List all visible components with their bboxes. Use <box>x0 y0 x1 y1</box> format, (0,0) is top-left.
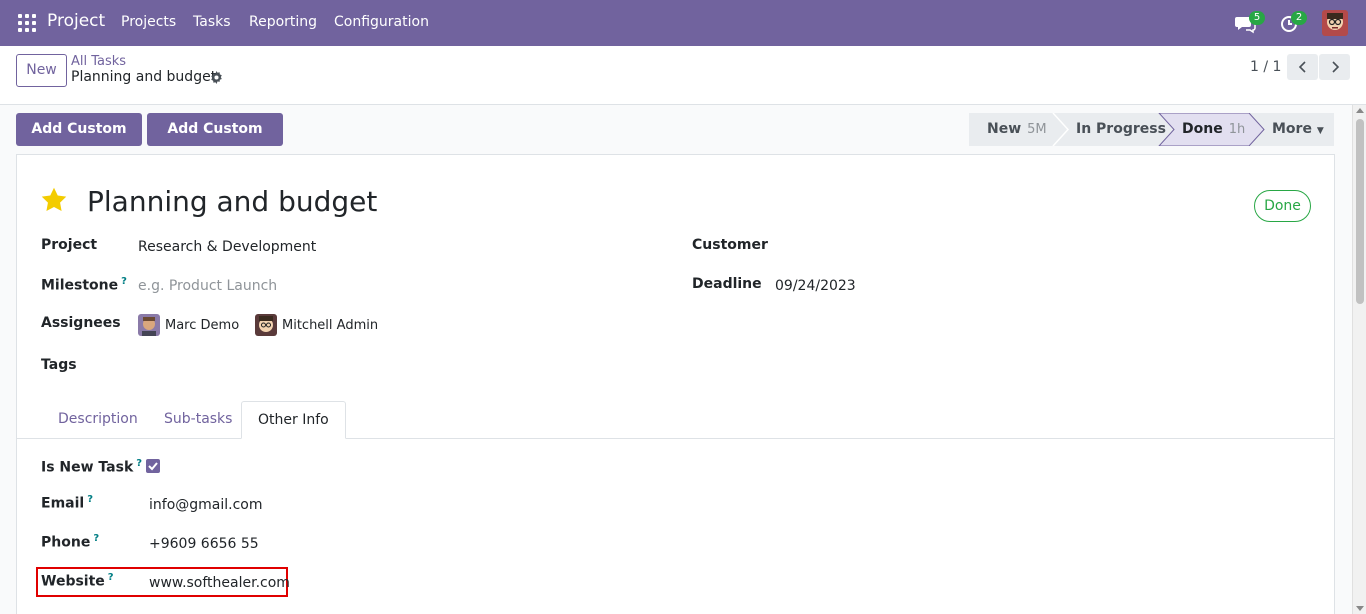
activities-badge: 2 <box>1291 11 1307 25</box>
state-badge: Done <box>1254 190 1311 222</box>
avatar <box>138 314 160 336</box>
chevron-right-icon <box>1331 61 1339 73</box>
stage-in-progress[interactable]: In Progress <box>1076 113 1166 146</box>
task-title[interactable]: Planning and budget <box>87 185 377 218</box>
menu-reporting[interactable]: Reporting <box>249 14 317 30</box>
caret-down-icon: ▼ <box>1316 126 1324 136</box>
control-panel: New All Tasks Planning and budget 1 / 1 <box>0 46 1366 105</box>
email-label: Email? <box>41 494 94 512</box>
check-icon <box>148 462 158 471</box>
tab-sub-tasks[interactable]: Sub-tasks <box>164 401 232 439</box>
messages-badge: 5 <box>1249 11 1265 25</box>
is-new-task-label: Is New Task? <box>41 458 143 476</box>
gear-icon[interactable] <box>210 71 223 84</box>
pager-value[interactable]: 1 / 1 <box>1250 59 1281 75</box>
breadcrumb-all-tasks[interactable]: All Tasks <box>71 54 126 69</box>
assignee-mitchell-admin[interactable]: Mitchell Admin <box>255 314 378 336</box>
milestone-label: Milestone? <box>41 276 127 294</box>
form-sheet: Planning and budget Done Project Researc… <box>16 154 1335 614</box>
website-label: Website? <box>41 572 114 590</box>
assignees-label: Assignees <box>41 315 121 331</box>
milestone-field[interactable]: e.g. Product Launch <box>138 278 277 294</box>
add-custom-field-button[interactable]: Add Custom Field <box>147 113 283 170</box>
assignee-marc-demo[interactable]: Marc Demo <box>138 314 239 336</box>
app-brand[interactable]: Project <box>47 11 105 31</box>
phone-label: Phone? <box>41 533 100 551</box>
website-field[interactable]: www.softhealer.com <box>149 575 290 591</box>
deadline-label: Deadline <box>692 276 762 292</box>
stage-statusbar: New 5M In Progress Done 1h More ▼ <box>969 113 1334 146</box>
stage-more-dropdown[interactable]: More ▼ <box>1272 113 1324 146</box>
avatar <box>255 314 277 336</box>
stage-new[interactable]: New 5M <box>987 113 1047 146</box>
stage-done[interactable]: Done 1h <box>1182 113 1245 146</box>
customer-label: Customer <box>692 237 768 253</box>
deadline-field[interactable]: 09/24/2023 <box>775 278 856 294</box>
menu-tasks[interactable]: Tasks <box>193 14 231 30</box>
project-field[interactable]: Research & Development <box>138 239 316 255</box>
scroll-thumb[interactable] <box>1356 119 1364 304</box>
chevron-left-icon <box>1298 61 1306 73</box>
email-field[interactable]: info@gmail.com <box>149 497 263 513</box>
pager-next-button[interactable] <box>1319 54 1350 80</box>
scroll-up-arrow[interactable] <box>1356 108 1364 113</box>
is-new-task-checkbox[interactable] <box>146 459 160 473</box>
scrollbar[interactable] <box>1352 105 1366 614</box>
tags-label: Tags <box>41 357 77 373</box>
new-button[interactable]: New <box>16 54 67 87</box>
star-icon[interactable] <box>40 186 68 214</box>
scroll-down-arrow[interactable] <box>1356 606 1364 611</box>
breadcrumb-current: Planning and budget <box>71 69 217 85</box>
form-view: Add Custom Tab Add Custom Field New5M In… <box>0 105 1352 614</box>
menu-projects[interactable]: Projects <box>121 14 176 30</box>
pager-previous-button[interactable] <box>1287 54 1318 80</box>
tab-description[interactable]: Description <box>58 401 138 439</box>
menu-configuration[interactable]: Configuration <box>334 14 429 30</box>
top-navbar: Project Projects Tasks Reporting Configu… <box>0 0 1366 46</box>
phone-field[interactable]: +9609 6656 55 <box>149 536 259 552</box>
tab-other-info[interactable]: Other Info <box>241 401 346 439</box>
apps-menu-icon[interactable] <box>18 14 36 32</box>
add-custom-tab-button[interactable]: Add Custom Tab <box>16 113 142 170</box>
user-avatar[interactable] <box>1322 10 1348 36</box>
project-label: Project <box>41 237 98 253</box>
